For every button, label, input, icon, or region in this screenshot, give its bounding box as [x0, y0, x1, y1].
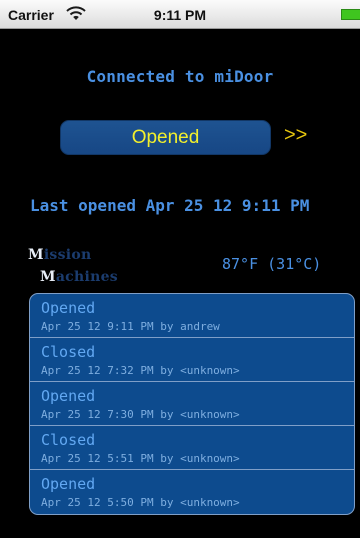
log-detail: Apr 25 12 9:11 PM by andrew [41, 320, 220, 333]
door-status-button[interactable]: Opened [60, 120, 271, 155]
log-row[interactable]: Opened Apr 25 12 5:50 PM by <unknown> [30, 470, 354, 514]
log-row[interactable]: Opened Apr 25 12 9:11 PM by andrew [30, 294, 354, 338]
connection-status: Connected to miDoor [86, 67, 274, 86]
battery-icon [341, 9, 360, 20]
log-row[interactable]: Closed Apr 25 12 7:32 PM by <unknown> [30, 338, 354, 382]
status-bar: Carrier 9:11 PM [0, 0, 360, 29]
log-row[interactable]: Opened Apr 25 12 7:30 PM by <unknown> [30, 382, 354, 426]
log-row[interactable]: Closed Apr 25 12 5:51 PM by <unknown> [30, 426, 354, 470]
logo-line-2: Machines [40, 269, 118, 285]
log-state: Opened [41, 475, 96, 493]
log-state: Opened [41, 387, 96, 405]
log-state: Closed [41, 343, 96, 361]
door-toggle-arrows[interactable]: >> [284, 124, 307, 147]
status-time: 9:11 PM [153, 7, 207, 23]
log-detail: Apr 25 12 7:30 PM by <unknown> [41, 408, 240, 421]
log-detail: Apr 25 12 5:50 PM by <unknown> [41, 496, 240, 509]
log-detail: Apr 25 12 5:51 PM by <unknown> [41, 452, 240, 465]
app-screen: Carrier 9:11 PM Connected to miDoor Open… [0, 0, 360, 538]
log-state: Opened [41, 299, 96, 317]
door-log-list: Opened Apr 25 12 9:11 PM by andrew Close… [29, 293, 355, 515]
log-detail: Apr 25 12 7:32 PM by <unknown> [41, 364, 240, 377]
temperature-readout: 87°F (31°C) [222, 255, 322, 273]
log-state: Closed [41, 431, 96, 449]
last-opened-text: Last opened Apr 25 12 9:11 PM [30, 196, 310, 215]
logo-line-1: Mission [28, 247, 92, 263]
mission-machines-logo: Mission Machines [28, 247, 138, 291]
